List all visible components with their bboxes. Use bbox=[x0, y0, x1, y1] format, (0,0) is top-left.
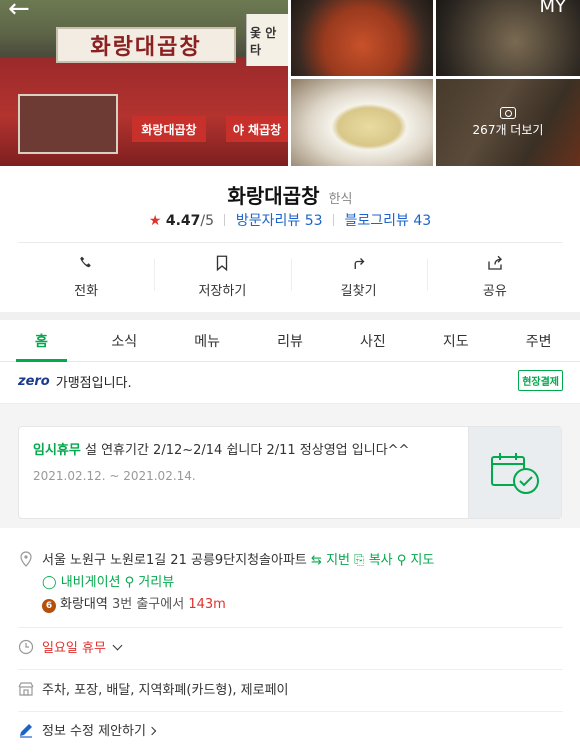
food-photo-1[interactable] bbox=[291, 0, 433, 76]
temporary-closure-notice[interactable]: 임시휴무 설 연휴기간 2/12~2/14 쉽니다 2/11 정상영업 입니다^… bbox=[18, 426, 562, 519]
divider bbox=[224, 214, 226, 226]
notice-date-range: 2021.02.12. ~ 2021.02.14. bbox=[33, 469, 196, 483]
divider bbox=[18, 711, 563, 712]
save-button[interactable]: 저장하기 bbox=[154, 243, 290, 310]
map-button[interactable]: ⚲ 지도 bbox=[397, 553, 435, 568]
photo-gallery[interactable]: 화랑대곱창 옻 안타 화랑대곱창 야 채곱창 ← MY 267개 더보기 bbox=[0, 0, 580, 166]
more-photos-label: 267개 더보기 bbox=[472, 123, 544, 137]
tab-nearby[interactable]: 주변 bbox=[497, 320, 580, 361]
pencil-icon bbox=[20, 724, 32, 738]
notice-text: 임시휴무 설 연휴기간 2/12~2/14 쉽니다 2/11 정상영업 입니다^… bbox=[33, 442, 453, 460]
rating-value: 4.47 bbox=[165, 213, 201, 229]
jibun-label: 지번 bbox=[326, 553, 350, 568]
more-photos-overlay[interactable]: 267개 더보기 bbox=[436, 79, 580, 166]
call-label: 전화 bbox=[74, 284, 99, 299]
blog-review-count: 43 bbox=[413, 213, 432, 229]
storefront-sign: 화랑대곱창 bbox=[56, 27, 236, 63]
address-text: 서울 노원구 노원로1길 21 공릉9단지청솔아파트 bbox=[42, 553, 307, 568]
subway-line-badge: 6 bbox=[42, 599, 56, 613]
tab-home[interactable]: 홈 bbox=[0, 320, 83, 362]
directions-icon bbox=[354, 258, 365, 269]
phone-icon bbox=[80, 256, 91, 268]
share-icon bbox=[488, 255, 502, 270]
share-label: 공유 bbox=[482, 284, 507, 299]
copy-label: 복사 bbox=[368, 553, 393, 568]
hours-text: 일요일 휴무 bbox=[42, 641, 106, 656]
my-button[interactable]: MY bbox=[539, 0, 566, 17]
tab-photo[interactable]: 사진 bbox=[331, 320, 414, 361]
action-bar: 전화 저장하기 길찾기 공유 bbox=[18, 242, 563, 310]
food-photo-more[interactable]: 267개 더보기 bbox=[436, 79, 580, 166]
directions-button[interactable]: 길찾기 bbox=[290, 243, 427, 310]
map-label: 지도 bbox=[410, 553, 435, 568]
onsite-payment-badge: 현장결제 bbox=[518, 370, 563, 391]
divider bbox=[333, 214, 335, 226]
location-pin-icon bbox=[20, 551, 32, 567]
food-photo-2[interactable]: MY bbox=[436, 0, 580, 76]
visitor-review-count: 53 bbox=[304, 213, 323, 229]
chevron-right-icon bbox=[147, 726, 157, 736]
station-name: 화랑대역 bbox=[60, 597, 108, 612]
store-icon bbox=[18, 682, 34, 696]
camera-icon bbox=[500, 107, 516, 119]
jibun-button[interactable]: ⇆ 지번 bbox=[311, 553, 350, 568]
place-category: 한식 bbox=[328, 192, 353, 207]
blog-review-link[interactable]: 블로그리뷰 43 bbox=[345, 213, 432, 229]
zeropay-text: 가맹점입니다. bbox=[55, 376, 132, 391]
tab-map[interactable]: 지도 bbox=[414, 320, 497, 361]
navigation-label: 내비게이션 bbox=[60, 575, 121, 590]
share-button[interactable]: 공유 bbox=[426, 243, 563, 310]
storefront-photo[interactable]: 화랑대곱창 옻 안타 화랑대곱창 야 채곱창 ← bbox=[0, 0, 288, 166]
divider bbox=[18, 627, 563, 628]
copy-button[interactable]: ⎘ 복사 bbox=[354, 553, 392, 568]
tab-review[interactable]: 리뷰 bbox=[249, 320, 332, 361]
section-divider bbox=[0, 312, 580, 320]
zeropay-logo: zero bbox=[18, 374, 50, 389]
place-title: 화랑대곱창 한식 bbox=[0, 180, 580, 209]
tab-news[interactable]: 소식 bbox=[83, 320, 166, 361]
suggest-edit-text: 정보 수정 제안하기 bbox=[42, 724, 146, 739]
tab-bar: 홈 소식 메뉴 리뷰 사진 지도 주변 bbox=[0, 320, 580, 362]
shop-window bbox=[18, 94, 118, 154]
arrow-left-icon[interactable]: ← bbox=[8, 0, 30, 24]
blog-review-label: 블로그리뷰 bbox=[344, 213, 409, 229]
chevron-down-icon bbox=[112, 640, 123, 651]
notice-image bbox=[468, 427, 561, 518]
notice-label: 임시휴무 bbox=[33, 443, 81, 458]
streetview-label: 거리뷰 bbox=[138, 575, 175, 590]
clock-icon bbox=[18, 639, 34, 655]
facilities-text: 주차, 포장, 배달, 지역화폐(카드형), 제로페이 bbox=[42, 683, 289, 698]
address-row: 서울 노원구 노원로1길 21 공릉9단지청솔아파트 ⇆ 지번 ⎘ 복사 ⚲ 지… bbox=[18, 550, 563, 616]
zeropay-row: zero 가맹점입니다. 현장결제 bbox=[18, 370, 563, 391]
visitor-review-label: 방문자리뷰 bbox=[235, 213, 301, 229]
save-label: 저장하기 bbox=[198, 284, 247, 299]
tab-menu[interactable]: 메뉴 bbox=[166, 320, 249, 361]
directions-label: 길찾기 bbox=[340, 284, 377, 299]
bookmark-icon bbox=[217, 255, 228, 272]
awning-right: 야 채곱창 bbox=[226, 116, 288, 142]
place-detail-page: 화랑대곱창 옻 안타 화랑대곱창 야 채곱창 ← MY 267개 더보기 화랑대… bbox=[0, 0, 580, 753]
navigation-button[interactable]: ◯ 내비게이션 bbox=[42, 575, 121, 590]
visitor-review-link[interactable]: 방문자리뷰 53 bbox=[236, 213, 323, 229]
calendar-check-icon bbox=[491, 452, 539, 494]
notice-message: 설 연휴기간 2/12~2/14 쉽니다 2/11 정상영업 입니다^^ bbox=[84, 443, 410, 458]
food-photo-3[interactable] bbox=[291, 79, 433, 166]
rating-row: ★ 4.47/5 방문자리뷰 53 블로그리뷰 43 bbox=[0, 210, 580, 230]
divider bbox=[18, 669, 563, 670]
rating-max: /5 bbox=[200, 213, 214, 229]
hours-row[interactable]: 일요일 휴무 bbox=[18, 638, 563, 660]
station-distance: 143m bbox=[188, 597, 226, 612]
call-button[interactable]: 전화 bbox=[18, 243, 154, 310]
awning-left: 화랑대곱창 bbox=[132, 116, 206, 142]
suggest-edit-row[interactable]: 정보 수정 제안하기 bbox=[18, 721, 563, 743]
facilities-row: 주차, 포장, 배달, 지역화폐(카드형), 제로페이 bbox=[18, 680, 563, 702]
streetview-button[interactable]: ⚲ 거리뷰 bbox=[125, 575, 175, 590]
station-exit: 3번 출구에서 bbox=[111, 597, 185, 612]
storefront-side-sign: 옻 안타 bbox=[246, 14, 288, 66]
place-name: 화랑대곱창 bbox=[227, 184, 320, 208]
star-icon: ★ bbox=[148, 213, 162, 229]
